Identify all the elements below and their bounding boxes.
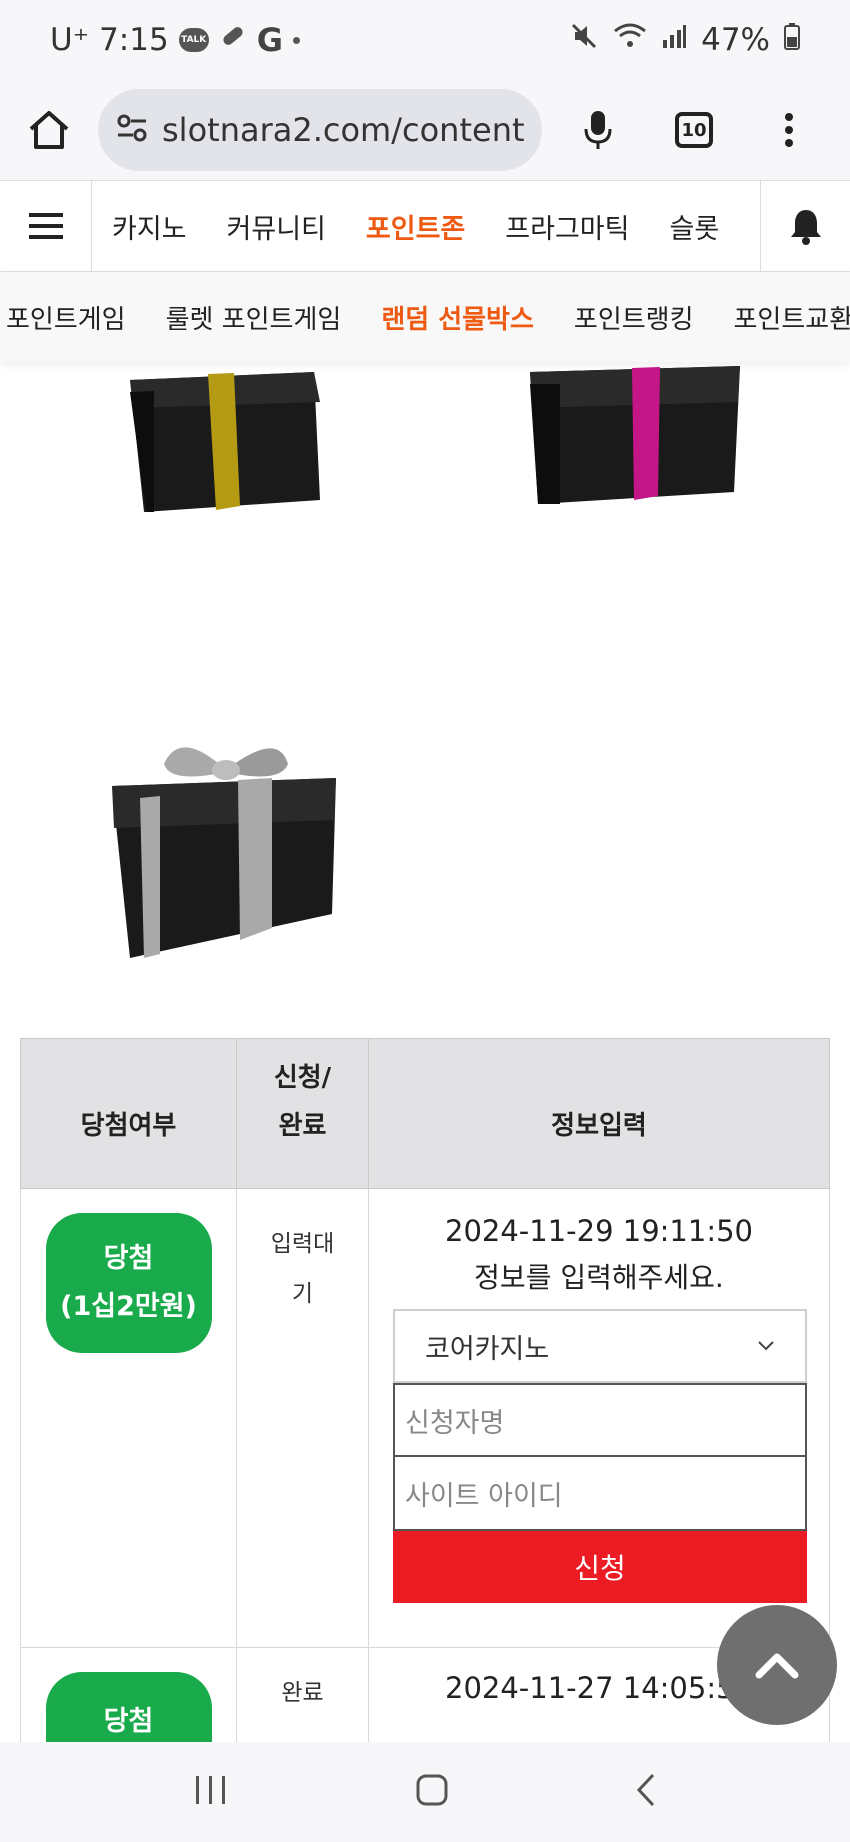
apply-button[interactable]: 신청 [393,1531,807,1603]
table-row: 당첨 (1십2만원) 입력대 기 2024-11-29 19:11:50 정보를… [20,1188,830,1648]
win-badge: 당첨 (1십2만원) [45,1213,212,1353]
prize-table: 당첨여부 신청/ 완료 정보입력 당첨 (1십2만원) 입력대 기 2024-1… [20,1038,830,1746]
status-text-line1: 완료 [281,1680,324,1706]
nav-item-slot[interactable]: 슬롯 [649,207,739,246]
system-navigation-bar [0,1742,850,1842]
bell-icon [790,210,821,245]
win-badge-label: 당첨 [103,1706,154,1737]
win-datetime: 2024-11-29 19:11:50 [445,1214,753,1248]
status-bar: U⁺ 7:15 TALK G 47% [0,0,850,80]
subnav-item-point-ranking[interactable]: 포인트랭킹 [554,299,714,336]
header-status: 신청/ 완료 [236,1038,369,1189]
nav-item-pointzone[interactable]: 포인트존 [346,207,485,246]
win-badge-amount: (1십2만원) [60,1291,197,1322]
back-chevron-icon [636,1773,655,1807]
carrier-label: U⁺ [50,22,90,58]
gift-box-gold[interactable] [124,362,324,562]
header-result: 당첨여부 [20,1038,237,1189]
menu-button[interactable] [0,181,92,271]
header-info: 정보입력 [368,1038,830,1189]
status-text-line2: 기 [291,1281,314,1307]
nav-item-community[interactable]: 커뮤니티 [207,207,346,246]
info-prompt: 정보를 입력해주세요. [474,1261,724,1294]
notifications-button[interactable] [760,181,850,271]
home-button[interactable] [0,80,98,180]
wifi-icon [613,22,647,58]
chevron-down-icon [758,1341,774,1351]
casino-select[interactable]: 코어카지노 [393,1309,807,1383]
subnav-item-point-game[interactable]: 포인트게임 [0,299,146,336]
subnav-item-random-giftbox[interactable]: 랜덤 선물박스 [361,299,554,336]
subnav-item-roulette[interactable]: 룰렛 포인트게임 [146,299,362,336]
nav-item-casino[interactable]: 카지노 [92,207,207,246]
battery-icon [784,22,800,58]
mute-icon [569,21,599,59]
link-icon [219,22,247,58]
home-nav-button[interactable] [415,1773,449,1811]
chevron-up-icon [755,1653,799,1679]
subnav-item-point-exchange[interactable]: 포인트교환 [714,299,850,336]
url-text: slotnara2.com/content/g [162,111,524,149]
site-settings-icon[interactable] [116,114,148,146]
status-cell: 완료 [236,1647,369,1746]
recent-apps-button[interactable] [193,1774,229,1810]
talk-badge-text: TALK [181,35,207,45]
casino-select-value: 코어카지노 [425,1333,550,1365]
header-status-line1: 신청/ [273,1063,332,1093]
win-badge-label: 당첨 [103,1243,154,1274]
gift-box-silver[interactable] [110,728,340,962]
signal-icon [661,22,687,58]
browser-toolbar: slotnara2.com/content/g 10 [0,80,850,180]
battery-level: 47% [701,22,770,58]
site-id-input[interactable]: 사이트 아이디 [393,1457,807,1531]
clock: 7:15 [99,22,169,58]
sub-navigation: 포인트게임 룰렛 포인트게임 랜덤 선물박스 포인트랭킹 포인트교환 [0,272,850,362]
hamburger-icon [28,213,63,239]
google-icon: G [256,21,283,59]
more-vertical-icon [785,113,793,147]
back-button[interactable] [635,1772,657,1812]
nav-item-pragmatic[interactable]: 프라그마틱 [485,207,649,246]
header-info-label: 정보입력 [551,1111,647,1141]
status-cell: 입력대 기 [236,1188,369,1648]
info-cell: 2024-11-29 19:11:50 정보를 입력해주세요. 코어카지노 신청… [368,1188,830,1648]
address-bar[interactable]: slotnara2.com/content/g [98,89,542,171]
tab-count-badge: 10 [675,112,713,148]
applicant-name-input[interactable]: 신청자명 [393,1383,807,1457]
header-status-line2: 완료 [278,1111,327,1141]
status-text-line1: 입력대 [270,1231,335,1257]
header-result-label: 당첨여부 [80,1111,177,1141]
tab-switcher-button[interactable]: 10 [654,80,734,180]
scroll-to-top-button[interactable] [717,1605,837,1725]
home-icon [29,111,69,149]
voice-search-button[interactable] [542,80,654,180]
main-navigation: 카지노 커뮤니티 포인트존 프라그마틱 슬롯 [0,180,850,272]
kakaotalk-icon: TALK [178,28,209,52]
notification-dot-icon [292,36,300,44]
browser-menu-button[interactable] [734,80,844,180]
home-square-icon [416,1774,448,1806]
microphone-icon [584,111,612,149]
win-badge: 당첨 [45,1672,212,1746]
table-row: 당첨 완료 2024-11-27 14:05:53 [20,1647,830,1746]
gift-box-magenta[interactable] [520,362,740,562]
recent-apps-icon [196,1776,225,1804]
